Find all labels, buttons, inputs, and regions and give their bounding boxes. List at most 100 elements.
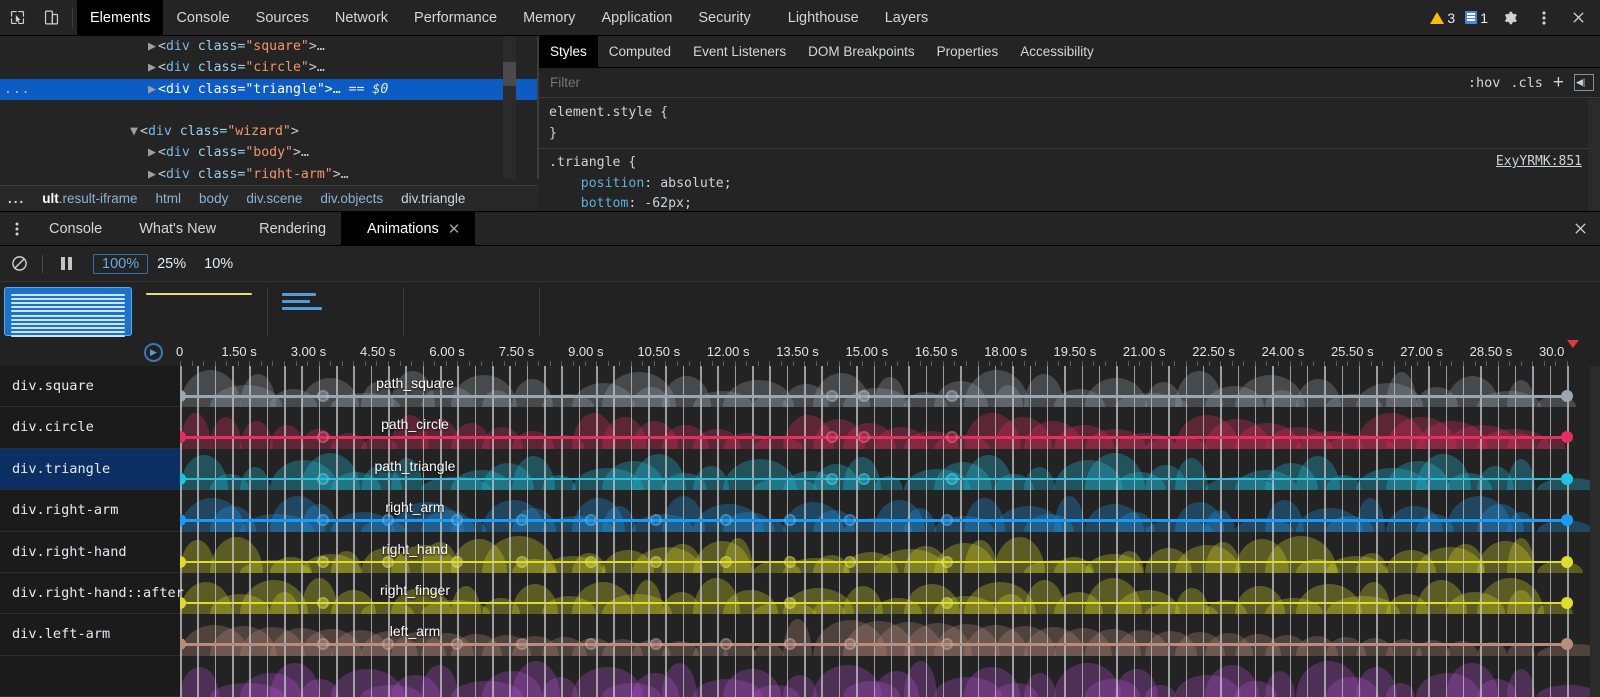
tracks-scrollbar[interactable] [1590,366,1600,697]
animation-track-row[interactable]: div.squarepath_square [0,366,1600,407]
expand-arrow-icon[interactable]: ▶ [148,164,158,179]
warning-count-badge[interactable]: 3 [1426,10,1459,26]
timeline-scrubber[interactable] [1567,340,1579,348]
drawer-close-icon[interactable] [1560,212,1600,245]
kebab-menu-icon[interactable] [1528,3,1560,33]
timeline-ruler[interactable]: ▶ 01.50 s3.00 s4.50 s6.00 s7.50 s9.00 s1… [0,340,1600,366]
animation-group-preview[interactable] [136,287,268,336]
animation-track-row[interactable]: div.trianglepath_triangle [0,449,1600,490]
expand-arrow-icon[interactable]: ▶ [148,142,158,163]
track-lane[interactable]: path_triangle [180,449,1600,490]
clear-all-icon[interactable] [0,255,38,272]
keyframe-marker[interactable] [650,556,662,568]
keyframe-marker[interactable] [317,556,329,568]
animation-track-row[interactable]: div.circlepath_circle [0,407,1600,448]
pause-icon[interactable] [47,257,85,270]
drawer-tab-rendering[interactable]: Rendering [231,212,341,245]
expand-arrow-icon[interactable]: ▶ [148,57,158,78]
animation-group-preview[interactable] [272,287,404,336]
keyframe-marker[interactable] [585,556,597,568]
tab-layers[interactable]: Layers [872,0,942,35]
dom-node-row[interactable]: ▶<div class="right-arm">… [0,164,538,179]
keyframe-marker[interactable] [826,473,838,485]
track-lane[interactable]: right_arm [180,490,1600,531]
drawer-tab-animations[interactable]: Animations ✕ [341,212,475,245]
tab-memory[interactable]: Memory [510,0,588,35]
animation-track-row[interactable]: div.left-armleft_arm [0,614,1600,655]
dom-node-row[interactable]: ▶<div class="square">… [0,36,538,57]
breadcrumb-item-scene[interactable]: div.scene [237,191,311,206]
close-tab-icon[interactable]: ✕ [448,220,461,238]
tab-network[interactable]: Network [322,0,401,35]
keyframe-marker[interactable] [826,390,838,402]
expand-arrow-icon[interactable]: ▶ [148,36,158,57]
declaration-position[interactable]: position: absolute; [539,174,1600,195]
animation-group-preview[interactable] [408,287,540,336]
hov-button[interactable]: :hov [1468,75,1501,91]
breadcrumb-overflow[interactable]: ... [0,191,33,206]
style-source-link[interactable]: ExyYRMK:851 [1496,154,1582,169]
keyframe-marker[interactable] [1561,473,1573,485]
animation-track-row[interactable]: div.right-armright_arm [0,490,1600,531]
animation-track-row[interactable]: div.right-hand::afterright_finger [0,573,1600,614]
animation-group-preview[interactable] [4,287,132,336]
keyframe-marker[interactable] [720,556,732,568]
animation-track-row[interactable]: div.right-handright_hand [0,532,1600,573]
tab-performance[interactable]: Performance [401,0,510,35]
styles-scrollbar[interactable] [1588,99,1600,211]
dom-node-row[interactable]: ▼<div class="wizard"> [0,121,538,142]
keyframe-marker[interactable] [451,556,463,568]
keyframe-marker[interactable] [720,638,732,650]
tab-styles[interactable]: Styles [539,36,598,67]
keyframe-marker[interactable] [784,556,796,568]
device-toolbar-icon[interactable] [34,0,68,35]
breadcrumb-item-triangle[interactable]: div.triangle [392,191,474,206]
speed-25-button[interactable]: 25% [148,254,195,274]
keyframe-marker[interactable] [858,473,870,485]
track-lane[interactable]: right_finger [180,573,1600,614]
drawer-tab-whats-new[interactable]: What's New [117,212,231,245]
keyframe-marker[interactable] [1561,556,1573,568]
tab-dom-breakpoints[interactable]: DOM Breakpoints [797,36,926,67]
keyframe-marker[interactable] [941,556,953,568]
tab-accessibility[interactable]: Accessibility [1009,36,1105,67]
tab-console[interactable]: Console [163,0,242,35]
tab-sources[interactable]: Sources [243,0,322,35]
keyframe-marker[interactable] [720,514,732,526]
track-lane[interactable]: left_arm [180,614,1600,655]
dom-node-row[interactable] [0,100,538,121]
track-lane[interactable]: path_square [180,366,1600,407]
animation-track-row[interactable] [0,656,1600,697]
dom-scrollbar-thumb[interactable] [503,62,516,86]
tab-application[interactable]: Application [588,0,685,35]
dom-node-row[interactable]: ▶<div class="body">… [0,142,538,163]
inspect-cursor-icon[interactable] [0,0,34,35]
dom-node-row[interactable]: ...▶<div class="triangle">… == $0 [0,79,538,100]
dom-node-row[interactable]: ▶<div class="circle">… [0,57,538,78]
keyframe-marker[interactable] [844,556,856,568]
tab-event-listeners[interactable]: Event Listeners [682,36,797,67]
tab-security[interactable]: Security [685,0,763,35]
speed-10-button[interactable]: 10% [195,254,242,274]
tab-properties[interactable]: Properties [926,36,1010,67]
expand-arrow-icon[interactable]: ▶ [148,79,158,100]
node-badge[interactable]: ... [4,79,28,100]
cls-button[interactable]: .cls [1510,75,1543,91]
speed-100-button[interactable]: 100% [93,254,148,274]
drawer-menu-icon[interactable] [0,212,34,245]
collapse-arrow-icon[interactable]: ▼ [130,121,140,142]
dom-scrollbar-track[interactable] [503,36,516,179]
message-count-badge[interactable]: 1 [1461,10,1492,26]
track-lane[interactable] [180,656,1600,697]
keyframe-marker[interactable] [516,556,528,568]
keyframe-marker[interactable] [946,390,958,402]
breadcrumb-item-html[interactable]: html [147,191,191,206]
toggle-sidebar-icon[interactable]: ◀| [1574,74,1594,91]
tab-elements[interactable]: Elements [77,0,163,35]
rule-selector-triangle[interactable]: .triangle { [539,153,1600,174]
styles-filter-input[interactable] [539,75,1239,90]
new-style-rule-button[interactable]: + [1553,73,1564,92]
keyframe-marker[interactable] [946,473,958,485]
keyframe-marker[interactable] [1561,390,1573,402]
track-lane[interactable]: right_hand [180,532,1600,573]
